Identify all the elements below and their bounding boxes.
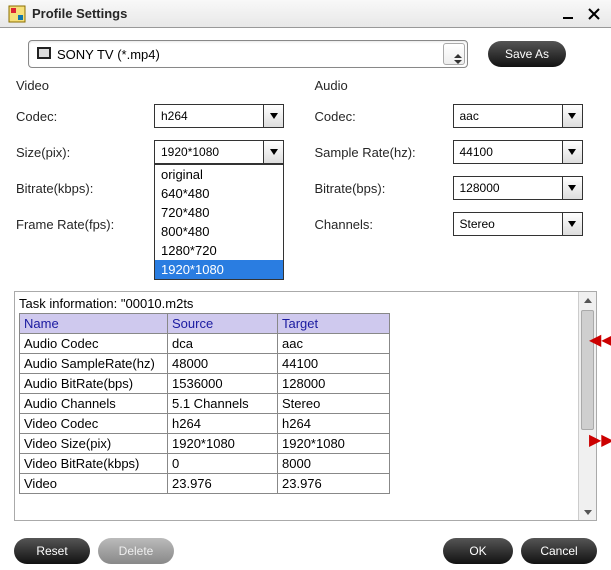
video-size-arrow[interactable] bbox=[263, 141, 283, 163]
table-cell: aac bbox=[278, 334, 390, 354]
table-cell: Audio BitRate(bps) bbox=[20, 374, 168, 394]
video-size-dropdown: original 640*480 720*480 800*480 1280*72… bbox=[154, 164, 284, 280]
table-cell: 1536000 bbox=[168, 374, 278, 394]
prev-task-button[interactable]: ◀◀ bbox=[589, 330, 609, 350]
audio-channels-arrow[interactable] bbox=[562, 213, 582, 235]
audio-sample-arrow[interactable] bbox=[562, 141, 582, 163]
audio-bitrate-label: Bitrate(bps): bbox=[315, 181, 453, 196]
video-panel: Video Codec: h264 Size(pix): 1920*1080 o… bbox=[16, 78, 297, 247]
audio-sample-label: Sample Rate(hz): bbox=[315, 145, 453, 160]
cancel-button[interactable]: Cancel bbox=[521, 538, 597, 564]
size-option-640x480[interactable]: 640*480 bbox=[155, 184, 283, 203]
table-row[interactable]: Video23.97623.976 bbox=[20, 474, 390, 494]
bottom-bar: Reset Delete OK Cancel bbox=[0, 538, 611, 564]
table-cell: Audio Channels bbox=[20, 394, 168, 414]
size-option-720x480[interactable]: 720*480 bbox=[155, 203, 283, 222]
audio-bitrate-combo[interactable]: 128000 bbox=[453, 176, 583, 200]
audio-bitrate-arrow[interactable] bbox=[562, 177, 582, 199]
audio-channels-label: Channels: bbox=[315, 217, 453, 232]
table-row[interactable]: Video Size(pix)1920*10801920*1080 bbox=[20, 434, 390, 454]
close-button[interactable] bbox=[585, 5, 603, 23]
table-cell: Audio SampleRate(hz) bbox=[20, 354, 168, 374]
task-information-label: Task information: "00010.m2ts bbox=[19, 296, 578, 311]
app-icon bbox=[8, 5, 26, 23]
video-framerate-label: Frame Rate(fps): bbox=[16, 217, 154, 232]
task-information-area: Task information: "00010.m2ts Name Sourc… bbox=[14, 291, 597, 521]
scroll-up-arrow[interactable] bbox=[579, 292, 596, 308]
video-codec-value: h264 bbox=[155, 109, 263, 123]
table-cell: Audio Codec bbox=[20, 334, 168, 354]
audio-panel: Audio Codec: aac Sample Rate(hz): 44100 … bbox=[315, 78, 596, 247]
audio-codec-label: Codec: bbox=[315, 109, 453, 124]
audio-codec-arrow[interactable] bbox=[562, 105, 582, 127]
video-codec-combo[interactable]: h264 bbox=[154, 104, 284, 128]
table-header-source[interactable]: Source bbox=[168, 314, 278, 334]
table-cell: Video bbox=[20, 474, 168, 494]
video-bitrate-label: Bitrate(kbps): bbox=[16, 181, 154, 196]
video-codec-label: Codec: bbox=[16, 109, 154, 124]
video-panel-title: Video bbox=[16, 78, 297, 93]
table-cell: 0 bbox=[168, 454, 278, 474]
table-cell: 48000 bbox=[168, 354, 278, 374]
video-size-label: Size(pix): bbox=[16, 145, 154, 160]
table-cell: 128000 bbox=[278, 374, 390, 394]
table-row[interactable]: Video Codech264h264 bbox=[20, 414, 390, 434]
table-header-target[interactable]: Target bbox=[278, 314, 390, 334]
size-option-1280x720[interactable]: 1280*720 bbox=[155, 241, 283, 260]
vertical-scrollbar[interactable] bbox=[578, 292, 596, 520]
audio-codec-value: aac bbox=[454, 109, 562, 123]
scroll-down-arrow[interactable] bbox=[579, 504, 596, 520]
size-option-800x480[interactable]: 800*480 bbox=[155, 222, 283, 241]
table-row[interactable]: Audio Channels5.1 ChannelsStereo bbox=[20, 394, 390, 414]
table-cell: Video Codec bbox=[20, 414, 168, 434]
table-cell: h264 bbox=[278, 414, 390, 434]
table-cell: 5.1 Channels bbox=[168, 394, 278, 414]
audio-channels-combo[interactable]: Stereo bbox=[453, 212, 583, 236]
table-cell: Video BitRate(kbps) bbox=[20, 454, 168, 474]
minimize-button[interactable] bbox=[559, 5, 577, 23]
ok-button[interactable]: OK bbox=[443, 538, 513, 564]
title-bar: Profile Settings bbox=[0, 0, 611, 28]
profile-select-text: SONY TV (*.mp4) bbox=[57, 47, 443, 62]
table-cell: Stereo bbox=[278, 394, 390, 414]
audio-panel-title: Audio bbox=[315, 78, 596, 93]
table-header-name[interactable]: Name bbox=[20, 314, 168, 334]
table-cell: Video Size(pix) bbox=[20, 434, 168, 454]
table-cell: 8000 bbox=[278, 454, 390, 474]
table-row[interactable]: Audio Codecdcaaac bbox=[20, 334, 390, 354]
film-icon bbox=[37, 47, 51, 62]
audio-sample-combo[interactable]: 44100 bbox=[453, 140, 583, 164]
double-right-icon: ▶▶ bbox=[589, 432, 611, 449]
table-cell: dca bbox=[168, 334, 278, 354]
video-size-combo[interactable]: 1920*1080 original 640*480 720*480 800*4… bbox=[154, 140, 284, 164]
table-row[interactable]: Audio SampleRate(hz)4800044100 bbox=[20, 354, 390, 374]
profile-select[interactable]: SONY TV (*.mp4) bbox=[28, 40, 468, 68]
audio-codec-combo[interactable]: aac bbox=[453, 104, 583, 128]
save-as-button[interactable]: Save As bbox=[488, 41, 566, 67]
task-table: Name Source Target Audio CodecdcaaacAudi… bbox=[19, 313, 390, 494]
table-cell: 23.976 bbox=[278, 474, 390, 494]
double-left-icon: ◀◀ bbox=[589, 332, 611, 349]
table-cell: 1920*1080 bbox=[278, 434, 390, 454]
table-row[interactable]: Video BitRate(kbps)08000 bbox=[20, 454, 390, 474]
delete-button[interactable]: Delete bbox=[98, 538, 174, 564]
size-option-1920x1080[interactable]: 1920*1080 bbox=[155, 260, 283, 279]
size-option-original[interactable]: original bbox=[155, 165, 283, 184]
reset-button[interactable]: Reset bbox=[14, 538, 90, 564]
table-cell: 23.976 bbox=[168, 474, 278, 494]
table-cell: 44100 bbox=[278, 354, 390, 374]
table-cell: h264 bbox=[168, 414, 278, 434]
audio-bitrate-value: 128000 bbox=[454, 181, 562, 195]
video-codec-arrow[interactable] bbox=[263, 105, 283, 127]
audio-channels-value: Stereo bbox=[454, 217, 562, 231]
table-cell: 1920*1080 bbox=[168, 434, 278, 454]
audio-sample-value: 44100 bbox=[454, 145, 562, 159]
window-title: Profile Settings bbox=[32, 6, 559, 21]
next-task-button[interactable]: ▶▶ bbox=[589, 430, 609, 450]
video-size-value: 1920*1080 bbox=[155, 145, 263, 159]
scroll-thumb[interactable] bbox=[581, 310, 594, 430]
table-row[interactable]: Audio BitRate(bps)1536000128000 bbox=[20, 374, 390, 394]
profile-select-arrow[interactable] bbox=[443, 43, 465, 65]
